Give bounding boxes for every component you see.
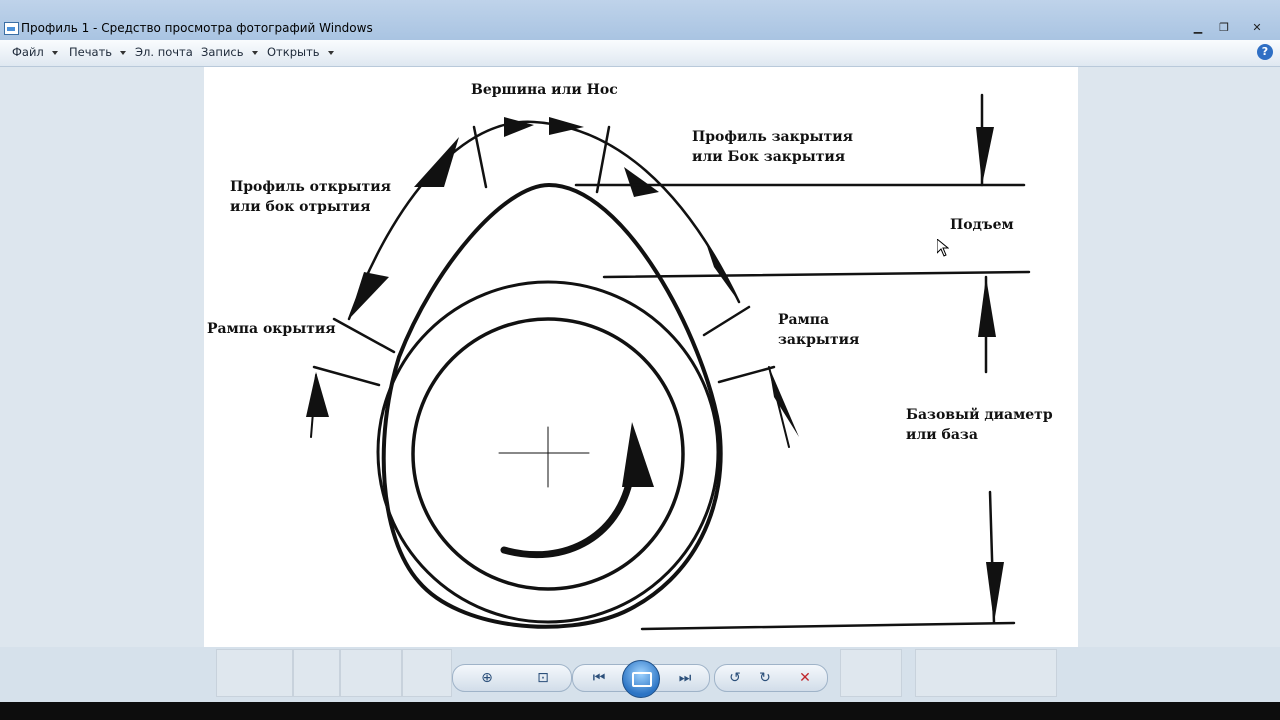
label-opening-profile-1: Профиль открытия xyxy=(230,179,391,195)
menu-file-label: Файл xyxy=(12,45,44,59)
chevron-down-icon xyxy=(327,50,334,55)
zoom-icon[interactable]: ⊕ xyxy=(467,665,507,691)
previous-icon[interactable]: ⏮ xyxy=(579,665,619,691)
chevron-down-icon xyxy=(51,50,58,55)
delete-icon[interactable]: ✕ xyxy=(791,665,819,691)
label-opening-profile-2: или бок отрытия xyxy=(230,199,371,215)
menu-print-label: Печать xyxy=(69,45,113,59)
menu-burn[interactable]: Запись xyxy=(201,45,258,59)
slideshow-icon xyxy=(632,672,652,687)
label-base-circle-2: или база xyxy=(906,427,978,443)
slideshow-button[interactable] xyxy=(622,660,660,698)
background-table-cell xyxy=(402,649,452,697)
menu-email[interactable]: Эл. почта xyxy=(135,45,193,59)
zoom-group: ⊕ ⊡ xyxy=(452,664,572,692)
image-viewport: Вершина или Нос Профиль закрытия или Бок… xyxy=(0,67,1280,647)
displayed-image: Вершина или Нос Профиль закрытия или Бок… xyxy=(204,67,1078,647)
actual-size-icon[interactable]: ⊡ xyxy=(523,665,563,691)
window-title: Профиль 1 - Средство просмотра фотографи… xyxy=(21,21,373,35)
help-icon[interactable]: ? xyxy=(1257,44,1273,60)
label-closing-ramp-1: Рампа xyxy=(778,312,830,328)
rotate-group: ↺ ↻ ✕ xyxy=(714,664,828,692)
title-bar: Профиль 1 - Средство просмотра фотографи… xyxy=(0,0,1280,40)
minimize-button[interactable]: ▁ xyxy=(1185,19,1211,37)
menu-file[interactable]: Файл xyxy=(12,45,58,59)
cam-profile-diagram xyxy=(306,93,1031,631)
navigation-controls: ⊕ ⊡ ⏮ ⏭ ↺ ↻ ✕ xyxy=(452,660,832,698)
menu-open-label: Открыть xyxy=(267,45,320,59)
photo-viewer-window: Профиль 1 - Средство просмотра фотографи… xyxy=(0,0,1280,720)
menu-email-label: Эл. почта xyxy=(135,45,193,59)
chevron-down-icon xyxy=(120,50,127,55)
screen-bottom-edge xyxy=(0,702,1280,720)
close-button[interactable]: ✕ xyxy=(1237,19,1277,37)
menu-open[interactable]: Открыть xyxy=(267,45,334,59)
label-nose: Вершина или Нос xyxy=(471,82,618,98)
background-table-cell xyxy=(216,649,293,697)
menu-burn-label: Запись xyxy=(201,45,244,59)
menu-bar: Файл Печать Эл. почта Запись Открыть xyxy=(0,40,1280,67)
rotate-cw-icon[interactable]: ↻ xyxy=(751,665,779,691)
menu-print[interactable]: Печать xyxy=(69,45,127,59)
rotate-ccw-icon[interactable]: ↺ xyxy=(721,665,749,691)
label-lift: Подъем xyxy=(950,217,1014,233)
background-table-cell xyxy=(340,649,402,697)
label-closing-ramp-2: закрытия xyxy=(778,332,860,348)
background-table-cell xyxy=(840,649,902,697)
chevron-down-icon xyxy=(251,50,258,55)
label-base-circle-1: Базовый диаметр xyxy=(906,407,1053,423)
app-icon xyxy=(4,22,19,35)
background-table-cell xyxy=(293,649,340,697)
mouse-cursor-icon xyxy=(937,239,949,257)
label-closing-profile-1: Профиль закрытия xyxy=(692,129,853,145)
background-table-cell xyxy=(915,649,1057,697)
next-icon[interactable]: ⏭ xyxy=(665,665,705,691)
label-closing-profile-2: или Бок закрытия xyxy=(692,149,846,165)
maximize-button[interactable]: ❐ xyxy=(1211,19,1237,37)
label-opening-ramp: Рампа окрытия xyxy=(207,321,336,337)
